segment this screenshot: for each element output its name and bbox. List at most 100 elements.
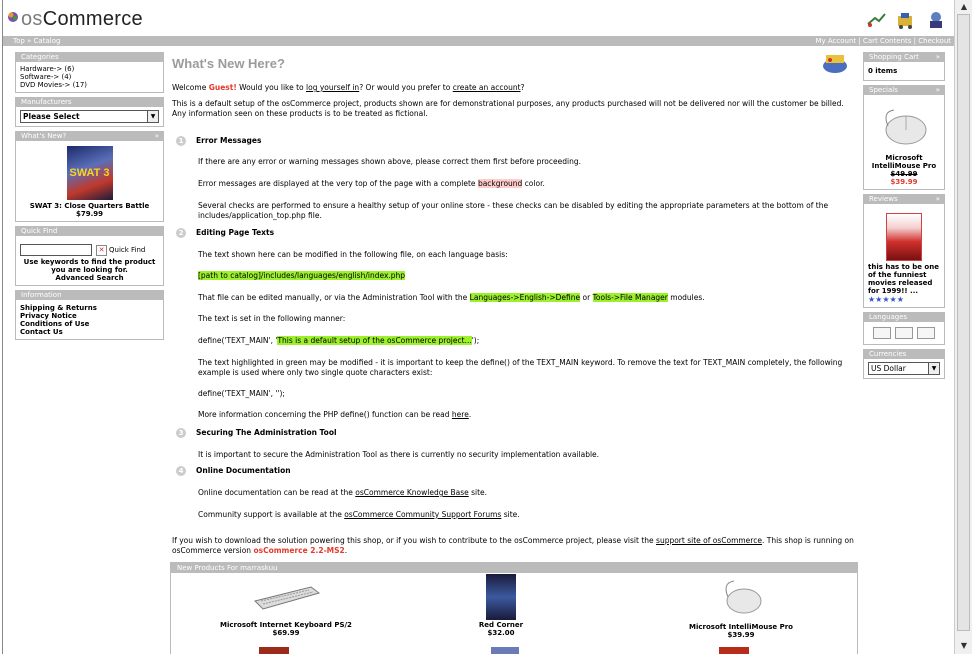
support-site-link[interactable]: support site of osCommerce bbox=[656, 536, 762, 545]
languages-header: Languages bbox=[863, 312, 945, 322]
product-card[interactable]: Microsoft Internet Keyboard PS/2 $69.99 bbox=[211, 579, 361, 637]
arrow-right-icon[interactable]: » bbox=[936, 85, 940, 95]
step-number-icon: 2 bbox=[176, 228, 186, 238]
keyboard-image bbox=[254, 586, 321, 610]
advanced-search-link[interactable]: Advanced Search bbox=[20, 274, 159, 282]
product-image[interactable]: SWAT 3 bbox=[66, 146, 113, 200]
login-link[interactable]: log yourself in bbox=[306, 83, 359, 92]
checkout-icon[interactable] bbox=[925, 10, 947, 30]
shopping-cart-header: Shopping Cart bbox=[869, 53, 919, 61]
store-logo[interactable]: osCommerce bbox=[21, 8, 143, 31]
step-paragraph: Error messages are displayed at the very… bbox=[198, 179, 545, 188]
step-error-messages: 1 Error Messages bbox=[176, 136, 261, 146]
step-online-docs: 4 Online Documentation bbox=[176, 466, 291, 476]
whats-new-price: $79.99 bbox=[75, 210, 103, 218]
step-paragraph: More information concerning the PHP defi… bbox=[198, 410, 472, 419]
step-paragraph: The text is set in the following manner: bbox=[198, 314, 346, 323]
language-flag-icon[interactable] bbox=[895, 327, 913, 339]
highlighted-word: background bbox=[477, 179, 523, 188]
my-account-icon[interactable] bbox=[865, 10, 887, 30]
php-define-link[interactable]: here bbox=[452, 410, 469, 419]
language-flag-icon[interactable] bbox=[917, 327, 935, 339]
step-paragraph: That file can be edited manually, or via… bbox=[198, 293, 705, 302]
specials-product-name[interactable]: Microsoft IntelliMouse Pro bbox=[868, 154, 940, 170]
whats-new-product-name[interactable]: SWAT 3: Close Quarters Battle bbox=[20, 202, 159, 210]
product-image[interactable] bbox=[874, 102, 934, 152]
review-text[interactable]: this has to be one of the funniest movie… bbox=[868, 263, 940, 295]
reviews-box: Reviews » this has to be one of the funni… bbox=[863, 194, 945, 308]
product-card[interactable]: Red Corner $32.00 bbox=[451, 574, 551, 637]
category-link[interactable]: DVD Movies-> (17) bbox=[20, 81, 159, 89]
currencies-header: Currencies bbox=[863, 349, 945, 359]
languages-box: Languages bbox=[863, 312, 945, 345]
oscommerce-logo-icon bbox=[8, 12, 18, 22]
step-paragraph: If there are any error or warning messag… bbox=[198, 157, 581, 166]
information-header: Information bbox=[15, 290, 164, 300]
create-account-link[interactable]: create an account bbox=[453, 83, 521, 92]
step-paragraph: The text highlighted in green may be mod… bbox=[198, 358, 843, 377]
shopping-cart-box: Shopping Cart » 0 items bbox=[863, 52, 945, 81]
new-products-box: New Products For marraskuu Microsoft Int… bbox=[170, 562, 858, 654]
special-price: $39.99 bbox=[890, 178, 918, 186]
product-image[interactable] bbox=[719, 647, 749, 654]
right-column: Shopping Cart » 0 items Specials » Microso… bbox=[863, 52, 945, 383]
support-forums-link[interactable]: osCommerce Community Support Forums bbox=[344, 510, 501, 519]
specials-box: Specials » Microsoft IntelliMouse Pro $49… bbox=[863, 85, 945, 190]
navigation-bar: Top » Catalog My Account | Cart Contents… bbox=[3, 36, 955, 46]
header-account-links[interactable]: My Account | Cart Contents | Checkout bbox=[815, 36, 951, 46]
product-image[interactable] bbox=[259, 647, 289, 654]
knowledge-base-link[interactable]: osCommerce Knowledge Base bbox=[355, 488, 468, 497]
step-paragraph: Several checks are performed to ensure a… bbox=[198, 201, 829, 220]
header: osCommerce bbox=[3, 0, 955, 36]
info-link[interactable]: Shipping & Returns bbox=[20, 304, 159, 312]
welcome-text: Welcome Guest! Would you like to log you… bbox=[172, 83, 525, 92]
step-editing-texts: 2 Editing Page Texts bbox=[176, 228, 274, 238]
page: osCommerce Top » Catalog My Account | Ca… bbox=[2, 0, 955, 654]
cart-contents: 0 items bbox=[863, 62, 945, 81]
movie-cover-image bbox=[486, 574, 516, 620]
product-card[interactable]: Microsoft IntelliMouse Pro $39.99 bbox=[661, 575, 821, 639]
reviews-header: Reviews bbox=[869, 195, 898, 203]
rating-stars-icon: ★★★★★ bbox=[868, 295, 904, 304]
define-empty-example: define('TEXT_MAIN', ''); bbox=[198, 389, 285, 398]
review-product-image[interactable] bbox=[886, 213, 922, 261]
table-image-icon bbox=[823, 55, 847, 73]
new-products-header: New Products For marraskuu bbox=[171, 563, 857, 573]
old-price: $49.99 bbox=[890, 170, 918, 178]
chevron-down-icon: ▼ bbox=[147, 111, 158, 122]
quick-find-icon: ✕ bbox=[96, 244, 107, 256]
scrollbar-thumb[interactable] bbox=[957, 14, 970, 631]
info-link[interactable]: Privacy Notice bbox=[20, 312, 159, 320]
arrow-right-icon[interactable]: » bbox=[936, 52, 940, 62]
language-flag-icon[interactable] bbox=[873, 327, 891, 339]
category-link[interactable]: Software-> (4) bbox=[20, 73, 159, 81]
category-link[interactable]: Hardware-> (6) bbox=[20, 65, 159, 73]
arrow-right-icon[interactable]: » bbox=[155, 131, 159, 141]
currencies-box: Currencies US Dollar ▼ bbox=[863, 349, 945, 379]
quick-find-button[interactable]: ✕ Quick Find bbox=[96, 244, 145, 256]
specials-header: Specials bbox=[869, 86, 898, 94]
chevron-down-icon: ▼ bbox=[928, 363, 939, 374]
guest-label: Guest! bbox=[208, 83, 237, 92]
highlight-file-manager: Tools->File Manager bbox=[592, 293, 668, 302]
scroll-up-icon[interactable]: ▲ bbox=[958, 1, 970, 13]
left-column: Categories Hardware-> (6) Software-> (4)… bbox=[15, 52, 164, 344]
manufacturers-select[interactable]: Please Select ▼ bbox=[20, 110, 159, 123]
currency-select[interactable]: US Dollar ▼ bbox=[868, 362, 940, 375]
info-link[interactable]: Contact Us bbox=[20, 328, 159, 336]
product-image[interactable] bbox=[491, 647, 519, 654]
breadcrumb[interactable]: Top » Catalog bbox=[13, 36, 60, 46]
info-link[interactable]: Conditions of Use bbox=[20, 320, 159, 328]
arrow-right-icon[interactable]: » bbox=[936, 194, 940, 204]
vertical-scrollbar[interactable]: ▲ ▼ bbox=[954, 0, 972, 654]
cart-contents-icon[interactable] bbox=[895, 10, 917, 30]
scroll-down-icon[interactable]: ▼ bbox=[958, 640, 970, 652]
search-input[interactable] bbox=[20, 244, 92, 256]
step-securing-admin: 3 Securing The Administration Tool bbox=[176, 428, 337, 438]
manufacturers-header: Manufacturers bbox=[15, 97, 164, 107]
define-example: define('TEXT_MAIN', 'This is a default s… bbox=[198, 336, 480, 345]
categories-header: Categories bbox=[15, 52, 164, 62]
file-path: [path to catalog]/includes/languages/eng… bbox=[198, 271, 406, 280]
highlight-define: Languages->English->Define bbox=[469, 293, 581, 302]
step-number-icon: 1 bbox=[176, 136, 186, 146]
